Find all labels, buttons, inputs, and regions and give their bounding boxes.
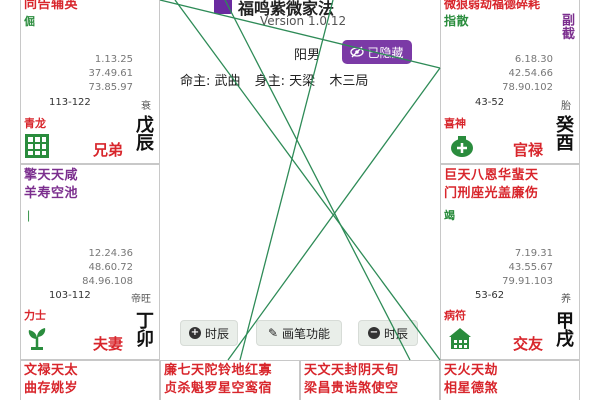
palace-stars-row1: 微狼弱劫福德碎耗: [444, 0, 541, 11]
palace-name: 交友: [513, 335, 544, 353]
palace-name: 官禄: [513, 141, 544, 159]
prev-hour-button[interactable]: + 时辰: [180, 320, 238, 346]
palace-friends[interactable]: 巨天八恩华蜚天 门刑座光盖廉伤 竭 7.19.31 43.55.67 79.91…: [440, 164, 580, 360]
palace-stars-row2: 贞杀魁罗星空鸾宿: [164, 381, 273, 396]
palace-ganzhi: 戊辰: [133, 115, 154, 151]
palace-mark-icon: ❘: [24, 209, 34, 222]
palace-name: 夫妻: [93, 335, 124, 353]
ming-zhu: 命主: 武曲: [180, 74, 241, 89]
palace-stars-extra: 副截: [559, 13, 574, 40]
wuxing-ju: 木三局: [329, 74, 369, 89]
palace-stars-row2: 曲存姚岁: [24, 381, 79, 396]
palace-spouse[interactable]: 擎天天咸 羊寿空池 ❘ 12.24.36 48.60.72 84.96.108 …: [20, 164, 160, 360]
chart-summary: 命主: 武曲 身主: 天梁 木三局: [180, 70, 378, 89]
palace-ganzhi: 丁卯: [133, 311, 154, 347]
palace-bottom-right[interactable]: 天火天劫 相星德煞: [440, 360, 580, 400]
palace-stars-row1: 巨天八恩华蜚天: [444, 168, 539, 183]
palace-ages: 6.18.30 42.54.66 78.90.102: [502, 54, 553, 93]
palace-age-range: 113-122: [49, 97, 91, 108]
minus-circle-icon: −: [367, 327, 380, 339]
palace-stars-row2: 梁昌贵诰煞使空: [304, 381, 399, 396]
palace-ages: 7.19.31 43.55.67 79.91.103: [502, 248, 553, 287]
eye-hidden-icon: [350, 46, 365, 58]
palace-siblings[interactable]: 同告辅英 倔 1.13.25 37.49.61 73.85.97 113-122…: [20, 0, 160, 164]
app-version: Version 1.0.12: [260, 14, 347, 28]
palace-career[interactable]: 微狼弱劫福德碎耗 指散 副截 6.18.30 42.54.66 78.90.10…: [440, 0, 580, 164]
plant-icon: [28, 328, 46, 350]
palace-god: 病符: [444, 309, 466, 322]
palace-ganzhi: 癸酉: [553, 115, 574, 151]
palace-changsheng: 养: [561, 294, 571, 305]
palace-stars-row2: 相星德煞: [444, 381, 499, 396]
palace-changsheng: 胎: [561, 101, 571, 112]
palace-stars-row1: 文禄天太: [24, 363, 79, 378]
pencil-icon: ✎: [267, 326, 279, 340]
palace-changsheng: 帝旺: [131, 294, 151, 305]
palace-stars-row1: 廉七天陀铃地红寡: [164, 363, 273, 378]
palace-bottom-left[interactable]: 文禄天太 曲存姚岁: [20, 360, 160, 400]
palace-stars-row2: 门刑座光盖廉伤: [444, 186, 539, 201]
plus-circle-icon: +: [188, 327, 201, 339]
palace-bottom-center-1[interactable]: 廉七天陀铃地红寡 贞杀魁罗星空鸾宿: [160, 360, 300, 400]
grid-badge-icon: [25, 134, 49, 158]
palace-bottom-center-2[interactable]: 天文天封阴天旬 梁昌贵诰煞使空: [300, 360, 440, 400]
house-icon: [449, 328, 471, 349]
palace-god: 力士: [24, 309, 46, 322]
palace-age-range: 43-52: [475, 97, 505, 108]
palace-stars-row2: 羊寿空池: [24, 186, 79, 201]
palace-stars-row3: 竭: [444, 209, 456, 222]
pot-icon: [451, 136, 473, 157]
palace-age-range: 103-112: [49, 290, 91, 301]
next-hour-button[interactable]: − 时辰: [358, 320, 418, 346]
palace-stars-row2: 指散: [444, 14, 470, 28]
palace-changsheng: 衰: [141, 101, 151, 112]
palace-stars-row1: 天文天封阴天旬: [304, 363, 399, 378]
palace-ages: 1.13.25 37.49.61 73.85.97: [88, 54, 133, 93]
palace-god: 青龙: [24, 117, 46, 130]
shen-zhu: 身主: 天梁: [254, 74, 316, 89]
palace-stars-row2: 倔: [24, 15, 36, 28]
chart-center-panel: 福鸣紫微家法 Version 1.0.12 阳男 已隐藏 命主: 武曲 身主: …: [160, 0, 440, 360]
next-hour-label: 时辰: [383, 326, 408, 341]
palace-stars-row1: 擎天天咸: [24, 168, 79, 183]
palace-god: 喜神: [444, 117, 466, 130]
palace-name: 兄弟: [93, 141, 124, 159]
hide-toggle-button[interactable]: 已隐藏: [342, 40, 412, 64]
palace-stars-row1: 天火天劫: [444, 363, 499, 378]
palace-ganzhi: 甲戌: [553, 311, 574, 347]
pen-tool-label: 画笔功能: [282, 326, 331, 341]
app-logo-icon: [214, 0, 232, 14]
hide-toggle-label: 已隐藏: [367, 45, 404, 60]
palace-stars-row1: 同告辅英: [24, 0, 79, 12]
palace-ages: 12.24.36 48.60.72 84.96.108: [82, 248, 133, 287]
pen-tool-button[interactable]: ✎ 画笔功能: [256, 320, 342, 346]
gender-label: 阳男: [294, 48, 321, 63]
palace-age-range: 53-62: [475, 290, 505, 301]
prev-hour-label: 时辰: [204, 326, 229, 341]
